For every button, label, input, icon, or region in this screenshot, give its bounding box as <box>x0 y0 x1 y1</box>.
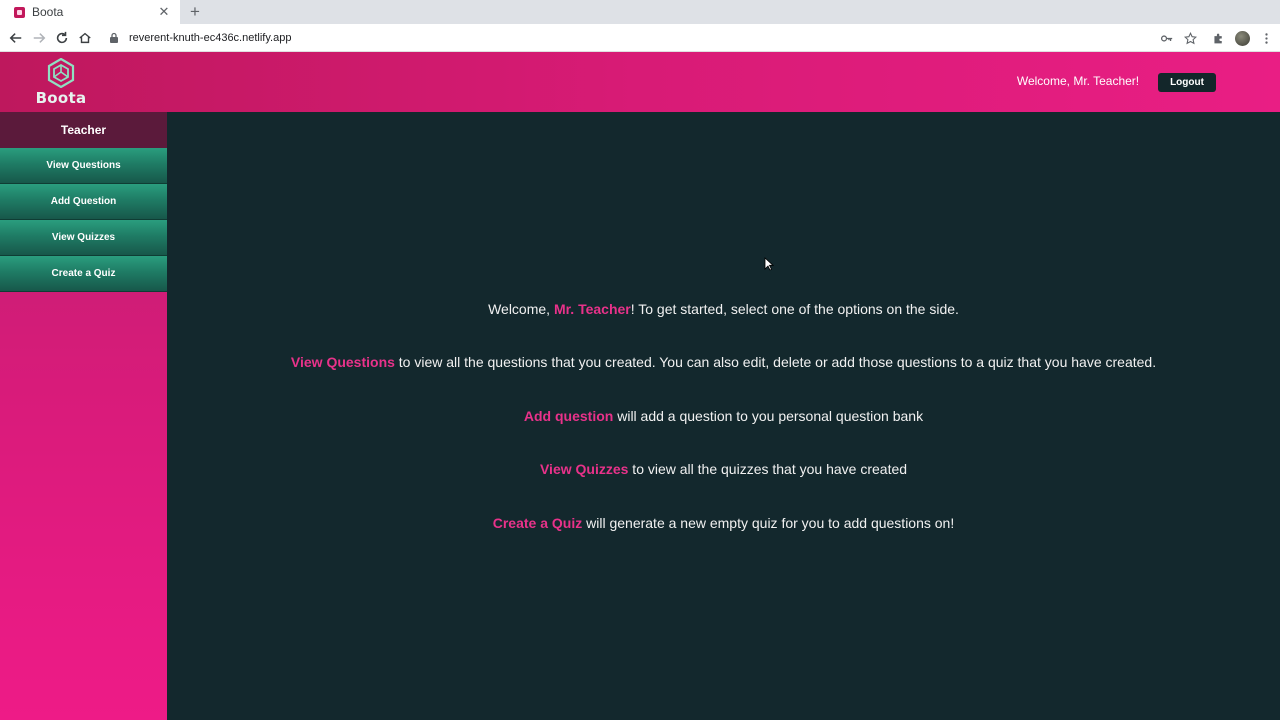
browser-toolbar: reverent-knuth-ec436c.netlify.app <box>0 24 1280 52</box>
help-line-create-quiz: Create a Quiz will generate a new empty … <box>167 515 1280 531</box>
sidebar-item-view-quizzes[interactable]: View Quizzes <box>0 220 167 256</box>
sidebar-item-create-quiz[interactable]: Create a Quiz <box>0 256 167 292</box>
intro-after: ! To get started, select one of the opti… <box>630 301 959 317</box>
key-icon[interactable] <box>1156 28 1176 48</box>
help-text: will generate a new empty quiz for you t… <box>582 515 955 531</box>
teacher-name: Mr. Teacher <box>553 301 631 317</box>
help-link-view-questions[interactable]: View Questions <box>291 354 395 370</box>
intro-text: Welcome, Mr. Teacher! To get started, se… <box>167 301 1280 317</box>
tab-title: Boota <box>32 5 64 19</box>
mouse-cursor-icon <box>764 257 774 271</box>
close-tab-icon[interactable]: ✕ <box>156 4 172 20</box>
help-link-view-quizzes[interactable]: View Quizzes <box>540 461 628 477</box>
sidebar-item-view-questions[interactable]: View Questions <box>0 148 167 184</box>
welcome-message: Welcome, Mr. Teacher! <box>1016 74 1140 88</box>
hexagon-logo-icon <box>47 58 75 88</box>
browser-tabstrip: Boota ✕ + <box>0 0 1280 24</box>
brand-name: Boota <box>35 89 87 107</box>
help-line-view-questions: View Questions to view all the questions… <box>167 354 1280 370</box>
address-bar[interactable]: reverent-knuth-ec436c.netlify.app <box>104 27 1144 49</box>
logout-button[interactable]: Logout <box>1158 73 1216 92</box>
lock-icon <box>110 32 118 43</box>
home-icon[interactable] <box>75 28 95 48</box>
help-line-add-question: Add question will add a question to you … <box>167 408 1280 424</box>
site-favicon-icon <box>14 6 25 18</box>
extensions-puzzle-icon[interactable] <box>1208 28 1228 48</box>
sidebar-item-add-question[interactable]: Add Question <box>0 184 167 220</box>
back-icon[interactable] <box>6 28 26 48</box>
browser-tab[interactable]: Boota ✕ <box>0 0 180 24</box>
help-text: to view all the quizzes that you have cr… <box>628 461 908 477</box>
profile-avatar[interactable] <box>1232 28 1252 48</box>
help-link-add-question[interactable]: Add question <box>524 408 613 424</box>
main-content: Welcome, Mr. Teacher! To get started, se… <box>167 112 1280 720</box>
help-text: will add a question to you personal ques… <box>613 408 924 424</box>
reload-icon[interactable] <box>52 28 72 48</box>
intro-before: Welcome, <box>488 301 554 317</box>
new-tab-icon[interactable]: + <box>186 2 204 22</box>
forward-icon[interactable] <box>29 28 49 48</box>
sidebar-role-title: Teacher <box>0 112 167 148</box>
help-link-create-quiz[interactable]: Create a Quiz <box>493 515 582 531</box>
bookmark-star-icon[interactable] <box>1180 28 1200 48</box>
help-text: to view all the questions that you creat… <box>394 354 1157 370</box>
menu-kebab-icon[interactable] <box>1256 28 1276 48</box>
url-text: reverent-knuth-ec436c.netlify.app <box>129 32 292 44</box>
sidebar: Teacher View Questions Add Question View… <box>0 112 167 720</box>
app-header: Boota Welcome, Mr. Teacher! Logout <box>0 52 1280 112</box>
brand-logo-link[interactable]: Boota <box>30 58 92 110</box>
help-line-view-quizzes: View Quizzes to view all the quizzes tha… <box>167 461 1280 477</box>
